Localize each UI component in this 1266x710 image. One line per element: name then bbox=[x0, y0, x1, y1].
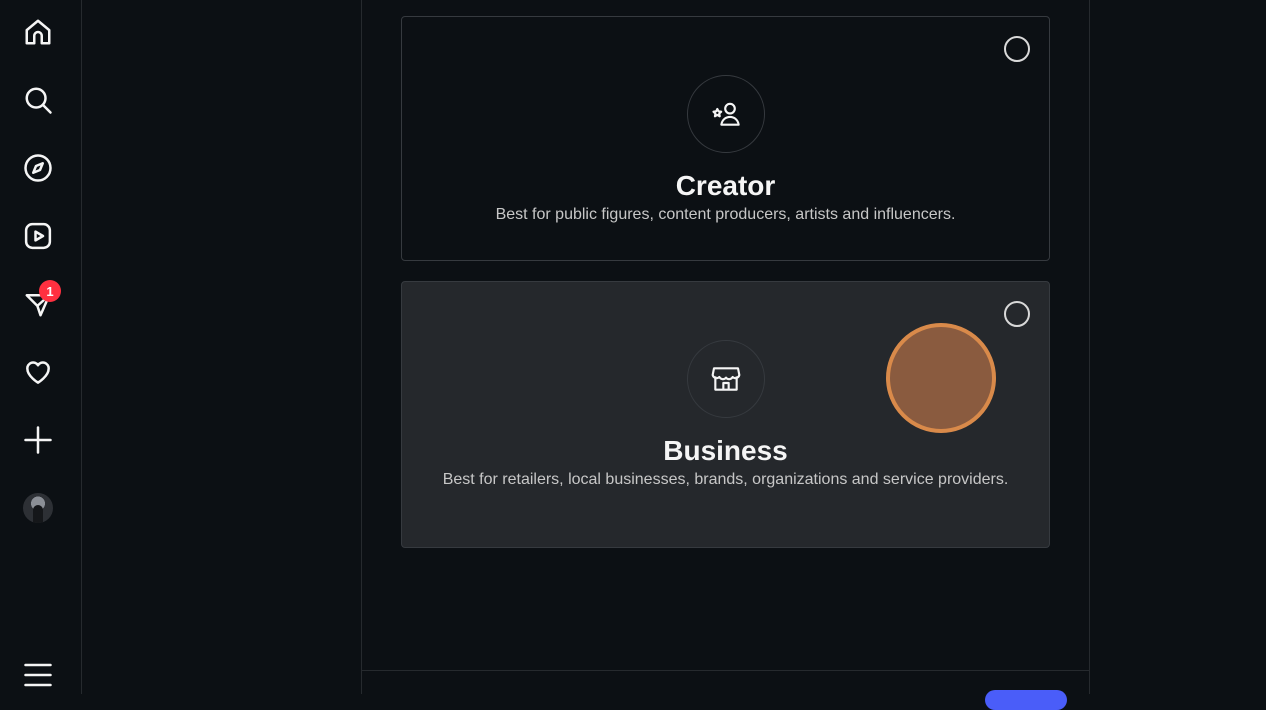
avatar bbox=[23, 493, 53, 523]
account-type-creator-card[interactable]: Creator Best for public figures, content… bbox=[401, 16, 1050, 261]
sidebar-item-profile[interactable] bbox=[14, 484, 62, 532]
search-icon bbox=[25, 87, 52, 114]
sidebar-item-notifications[interactable] bbox=[14, 348, 62, 396]
notification-badge: 1 bbox=[39, 280, 61, 302]
reels-icon bbox=[24, 222, 52, 250]
next-button[interactable] bbox=[985, 690, 1067, 710]
home-icon bbox=[25, 19, 51, 45]
sidebar-nav: 1 bbox=[0, 0, 82, 694]
sidebar-item-search[interactable] bbox=[14, 76, 62, 124]
creator-title: Creator bbox=[675, 170, 776, 201]
sidebar-item-messages[interactable]: 1 bbox=[14, 280, 62, 328]
sidebar-item-reels[interactable] bbox=[14, 212, 62, 260]
creator-star-person-icon bbox=[712, 102, 740, 126]
sidebar-item-more[interactable] bbox=[14, 651, 62, 699]
storefront-icon bbox=[711, 367, 741, 391]
panel-footer-divider bbox=[361, 670, 1090, 671]
creator-radio[interactable] bbox=[1004, 36, 1030, 62]
creator-description: Best for public figures, content produce… bbox=[495, 206, 956, 223]
menu-icon bbox=[24, 663, 52, 687]
pointer-highlight bbox=[886, 323, 996, 433]
panel-divider-right bbox=[1089, 0, 1090, 694]
plus-icon bbox=[24, 426, 52, 454]
creator-icon-circle bbox=[687, 75, 765, 153]
sidebar-item-create[interactable] bbox=[14, 416, 62, 464]
sidebar-item-home[interactable] bbox=[14, 8, 62, 56]
business-title: Business bbox=[663, 435, 788, 466]
business-icon-circle bbox=[687, 340, 765, 418]
compass-icon bbox=[24, 154, 52, 182]
business-radio[interactable] bbox=[1004, 301, 1030, 327]
panel-divider-left bbox=[361, 0, 362, 694]
heart-icon bbox=[26, 361, 50, 384]
sidebar-item-explore[interactable] bbox=[14, 144, 62, 192]
business-description: Best for retailers, local businesses, br… bbox=[442, 471, 1009, 488]
